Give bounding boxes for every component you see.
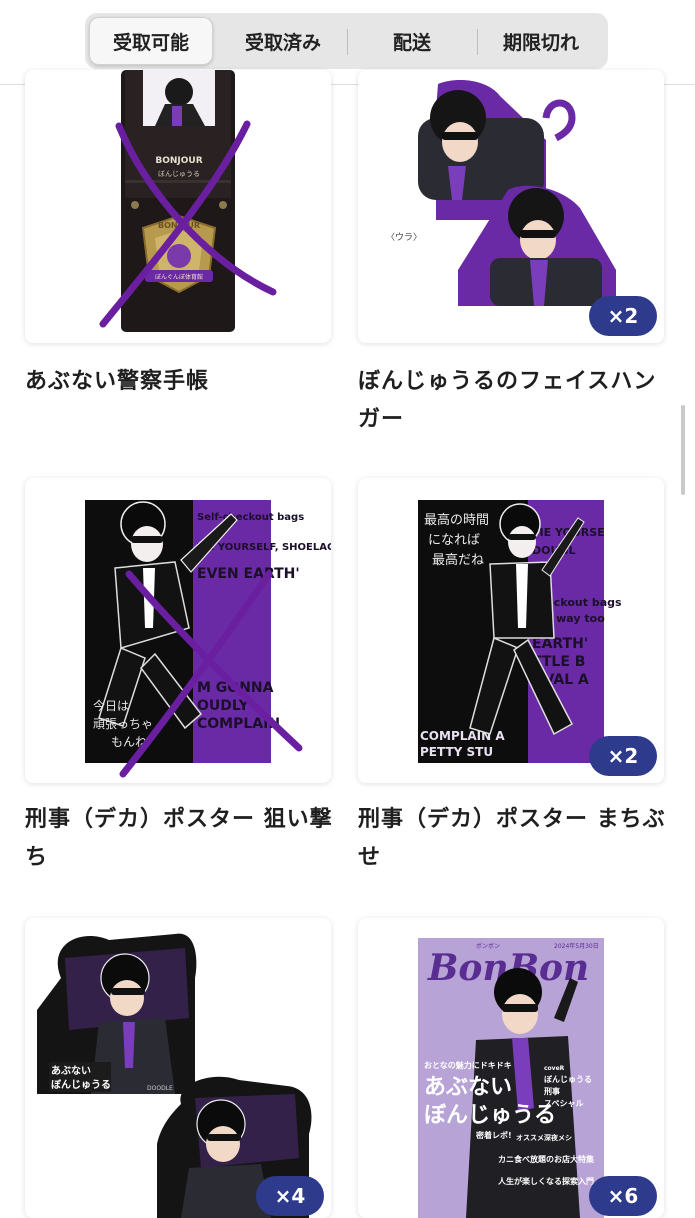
badge-ribbon-text: ぼんぐんぼ体育館: [155, 273, 203, 281]
item-card-sticker[interactable]: あぶない ぼんじゅうる DOODLE ×4: [25, 918, 331, 1218]
magazine-list: 人生が楽しくなる探索入門: [498, 1176, 594, 1186]
poster-bg-text: PETTY STU: [420, 745, 493, 759]
item-card-police-notebook[interactable]: BONJOUR ぼんじゅうる BONJOUR ぼんぐんぼ体育館: [25, 70, 331, 343]
sticker-image: あぶない ぼんじゅうる DOODLE: [37, 933, 312, 1218]
tab-expired[interactable]: 期限切れ: [478, 17, 604, 65]
hanger-caption: 〈ウラ〉: [386, 232, 422, 243]
quantity-badge: ×2: [589, 736, 657, 776]
police-notebook-image: BONJOUR ぼんじゅうる BONJOUR ぼんぐんぼ体育館: [99, 70, 277, 332]
poster-bg-text: COMPLAIN A: [420, 729, 505, 743]
segmented-control: 受取可能 受取済み 配送 期限切れ: [85, 13, 608, 69]
item-title: ぼんじゅうるのフェイスハンガー: [358, 369, 657, 432]
magazine-side: ぼんじゅうる: [544, 1074, 592, 1084]
magazine-image: BonBon ボンボン 2024年5月30日 おとなの魅力にドキドキ あぶない …: [418, 938, 604, 1218]
sticker-logo-text: あぶない: [51, 1064, 91, 1077]
poster-note: 最高だね: [432, 552, 484, 568]
magazine-cover-line: おとなの魅力にドキドキ: [424, 1060, 512, 1070]
notebook-header-text: BONJOUR: [155, 156, 202, 166]
item-card-poster-sniper[interactable]: Self-checkout bags TIE YOURSELF, SHOELAC…: [25, 478, 331, 783]
magazine-side: coveR: [544, 1065, 565, 1072]
item-title: 刑事（デカ）ポスター 狙い撃ち: [25, 807, 333, 870]
item-card-face-hanger[interactable]: 〈ウラ〉 ×2: [358, 70, 664, 343]
magazine-list: カニ食べ放題のお店大特集: [498, 1154, 595, 1164]
item-card-poster-ambush[interactable]: TIE YOURSE DOUGL checkout bags are way t…: [358, 478, 664, 783]
quantity-badge: ×4: [256, 1176, 324, 1216]
poster-note: になれば: [428, 533, 480, 548]
poster-bg-text: TIE YOURSELF, SHOELACE.: [197, 542, 331, 553]
notebook-sub-text: ぼんじゅうる: [158, 170, 200, 178]
sticker-small-text: DOODLE: [147, 1085, 173, 1092]
magazine-issue: 2024年5月30日: [554, 942, 599, 950]
poster-note: 今日は: [93, 698, 129, 713]
poster-note: 最高の時間: [424, 512, 489, 528]
poster-bg-text: Self-checkout bags: [197, 512, 304, 523]
magazine-special: 密着レポ!: [475, 1130, 512, 1140]
magazine-side: スペシャル: [544, 1099, 583, 1108]
poster-bg-text: EVEN EARTH': [197, 566, 300, 582]
item-card-magazine[interactable]: BonBon ボンボン 2024年5月30日 おとなの魅力にドキドキ あぶない …: [358, 918, 664, 1218]
tab-available[interactable]: 受取可能: [89, 17, 213, 65]
scrollbar[interactable]: [681, 405, 685, 495]
tab-shipping[interactable]: 配送: [348, 17, 476, 65]
quantity-badge: ×6: [589, 1176, 657, 1216]
magazine-list: オススメ深夜メシ: [516, 1133, 572, 1142]
poster-bg-text: OUDLY: [197, 698, 250, 714]
item-title: あぶない警察手帳: [25, 369, 210, 394]
magazine-side: 刑事: [544, 1086, 560, 1096]
item-title: 刑事（デカ）ポスター まちぶせ: [358, 807, 666, 870]
magazine-cover-line: ぼんじゅうる: [424, 1103, 556, 1128]
poster-sniper-image: Self-checkout bags TIE YOURSELF, SHOELAC…: [85, 500, 331, 778]
quantity-badge: ×2: [589, 296, 657, 336]
tab-received[interactable]: 受取済み: [220, 17, 346, 65]
sticker-logo-text: ぼんじゅうる: [51, 1078, 111, 1091]
magazine-cover-line: あぶない: [424, 1075, 512, 1100]
magazine-kana: ボンボン: [476, 942, 500, 950]
poster-note: 頑張っちゃ: [93, 717, 153, 731]
